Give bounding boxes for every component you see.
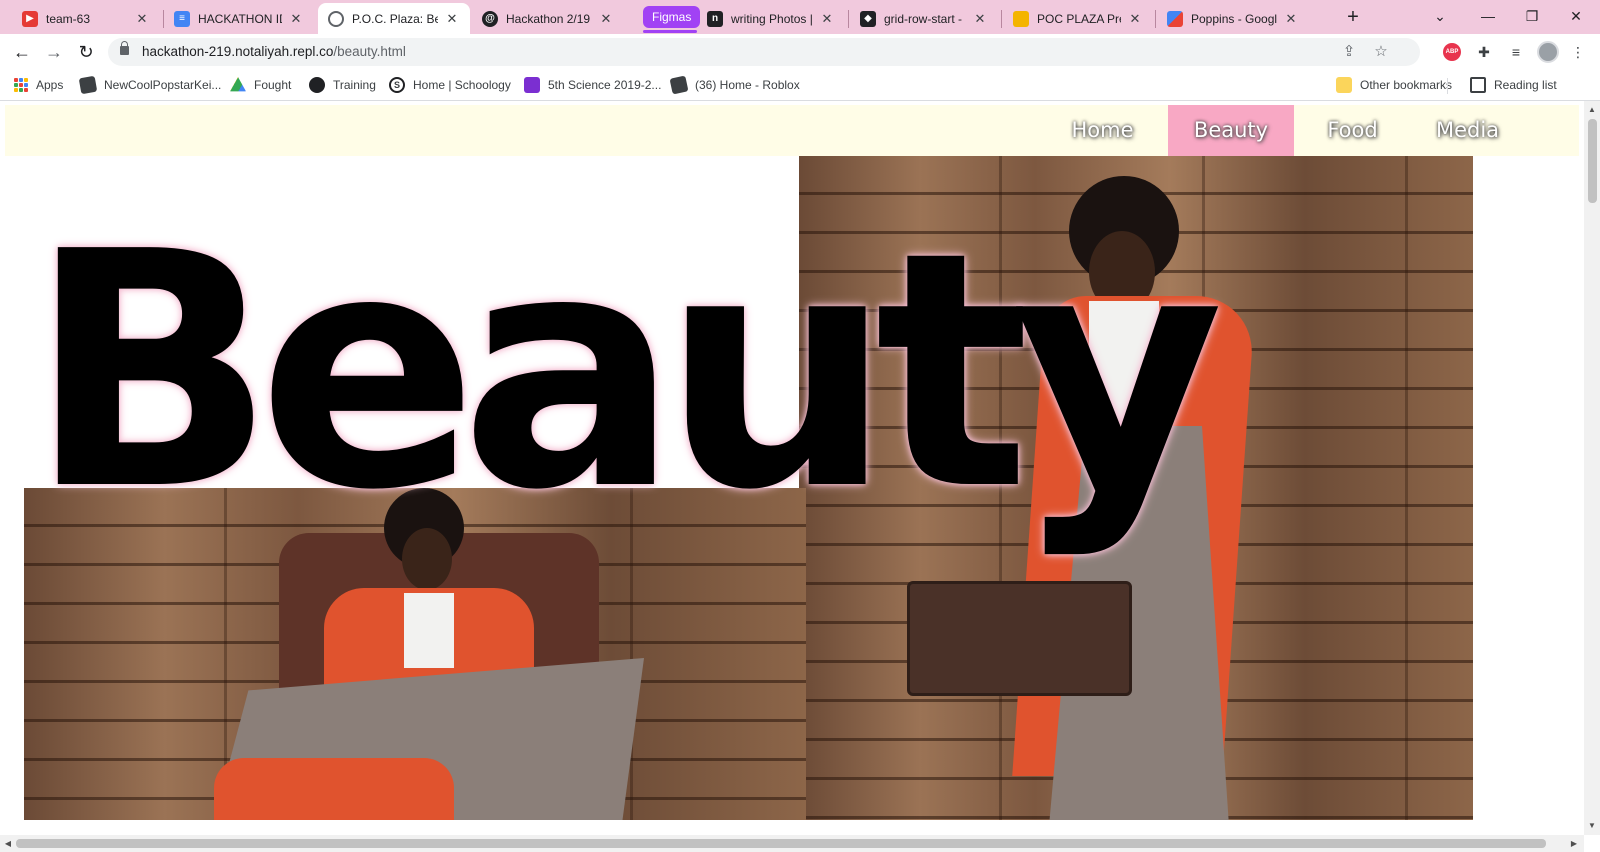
- close-window-icon[interactable]: ✕: [1556, 4, 1596, 28]
- tab-poc-plaza-beauty[interactable]: P.O.C. Plaza: Beau ✕: [318, 3, 470, 34]
- bookmark-fought[interactable]: Fought: [230, 74, 291, 96]
- browser-toolbar: ← → ↻ hackathon-219.notaliyah.repl.co/be…: [0, 34, 1600, 70]
- close-tab-icon[interactable]: ✕: [598, 11, 614, 27]
- folder-icon: [1336, 77, 1352, 93]
- scroll-left-arrow-icon[interactable]: ◀: [0, 839, 16, 848]
- reading-list-icon: [1470, 77, 1486, 93]
- close-tab-icon[interactable]: ✕: [1127, 11, 1143, 27]
- url-text[interactable]: hackathon-219.notaliyah.repl.co/beauty.h…: [142, 38, 406, 66]
- url-host: hackathon-219.notaliyah.repl.co: [142, 44, 334, 59]
- globe-icon: [328, 10, 344, 27]
- horizontal-scrollbar[interactable]: ◀ ▶: [0, 835, 1584, 852]
- minimize-icon[interactable]: —: [1468, 4, 1508, 28]
- scroll-up-arrow-icon[interactable]: ▲: [1584, 105, 1600, 114]
- tab-separator: [1155, 10, 1156, 28]
- back-icon[interactable]: ←: [10, 40, 34, 64]
- bookmark-schoology[interactable]: S Home | Schoology: [389, 74, 511, 96]
- page-viewport: Home Beauty Food Media Beauty: [0, 101, 1584, 835]
- bookmark-5th-science[interactable]: 5th Science 2019-2...: [524, 74, 661, 96]
- close-tab-icon[interactable]: ✕: [819, 11, 835, 27]
- classroom-icon: [524, 77, 540, 93]
- tab-strip: ▶ team-63 ✕ ≡ HACKATHON IDE ✕ P.O.C. Pla…: [0, 0, 1600, 34]
- tab-group-figmas[interactable]: Figmas: [643, 6, 701, 28]
- tab-separator: [1001, 10, 1002, 28]
- bookmark-page-icon: [78, 75, 98, 95]
- schoology-icon: S: [389, 77, 405, 93]
- vertical-scrollbar[interactable]: ▲ ▼: [1584, 101, 1600, 835]
- site-nav-bar: Home Beauty Food Media: [5, 105, 1579, 156]
- model-shirt: [404, 593, 454, 668]
- nav-food[interactable]: Food: [1305, 105, 1400, 156]
- google-drive-icon: [230, 77, 246, 92]
- close-tab-icon[interactable]: ✕: [444, 11, 460, 27]
- adblock-plus-icon[interactable]: ABP: [1440, 40, 1464, 64]
- tab-team-63[interactable]: ▶ team-63 ✕: [12, 3, 160, 34]
- bookmarks-bar: Apps NewCoolPopstarKei... Fought Trainin…: [0, 70, 1600, 101]
- nav-media[interactable]: Media: [1415, 105, 1520, 156]
- bookmark-star-icon[interactable]: ☆: [1370, 41, 1392, 63]
- extensions-puzzle-icon[interactable]: ✚: [1472, 40, 1496, 64]
- lock-icon[interactable]: [120, 41, 129, 55]
- restore-icon[interactable]: ❐: [1512, 4, 1552, 28]
- google-fonts-icon: [1167, 10, 1183, 27]
- threads-icon: @: [482, 10, 498, 27]
- vintage-suitcase: [907, 581, 1132, 696]
- horizontal-scroll-thumb[interactable]: [16, 839, 1546, 848]
- tab-search-icon[interactable]: ⌄: [1420, 4, 1460, 28]
- bookmark-newcoolpopstar[interactable]: NewCoolPopstarKei...: [78, 74, 221, 96]
- tab-poc-plaza-presentation[interactable]: POC PLAZA Prese ✕: [1003, 3, 1153, 34]
- google-docs-icon: ≡: [174, 10, 190, 27]
- roblox-icon: [669, 75, 689, 95]
- tab-group-underline: [643, 30, 697, 33]
- red-cushion: [214, 758, 454, 820]
- bookmark-training[interactable]: Training: [309, 74, 376, 96]
- other-bookmarks[interactable]: Other bookmarks: [1336, 74, 1452, 96]
- tab-separator: [848, 10, 849, 28]
- training-icon: [309, 77, 325, 93]
- tab-hackathon-2-19[interactable]: @ Hackathon 2/19 - ✕: [472, 3, 624, 34]
- reading-list[interactable]: Reading list: [1470, 74, 1557, 96]
- reload-icon[interactable]: ↻: [74, 40, 98, 64]
- media-control-icon[interactable]: ≡: [1504, 40, 1528, 64]
- new-tab-icon[interactable]: +: [1341, 5, 1365, 29]
- bookmarks-divider: [1447, 78, 1448, 94]
- browser-menu-icon[interactable]: ⋮: [1566, 40, 1590, 64]
- tab-grid-row-start[interactable]: ◆ grid-row-start - C ✕: [850, 3, 998, 34]
- close-tab-icon[interactable]: ✕: [134, 11, 150, 27]
- codepen-icon: ◆: [860, 10, 876, 27]
- bookmark-apps[interactable]: Apps: [14, 74, 63, 96]
- share-icon[interactable]: ⇪: [1338, 41, 1360, 63]
- page-hero-title: Beauty: [28, 182, 1224, 561]
- scroll-down-arrow-icon[interactable]: ▼: [1584, 821, 1600, 830]
- close-tab-icon[interactable]: ✕: [288, 11, 304, 27]
- scroll-right-arrow-icon[interactable]: ▶: [1566, 839, 1582, 848]
- apps-grid-icon: [14, 78, 28, 92]
- google-slides-icon: [1013, 10, 1029, 27]
- address-bar[interactable]: hackathon-219.notaliyah.repl.co/beauty.h…: [108, 38, 1420, 66]
- url-path: /beauty.html: [333, 44, 406, 59]
- tab-writing-photos[interactable]: n writing Photos | N ✕: [697, 3, 845, 34]
- forward-icon[interactable]: →: [42, 40, 66, 64]
- nav-beauty[interactable]: Beauty: [1168, 105, 1294, 156]
- tab-poppins-google-fonts[interactable]: Poppins - Google ✕: [1157, 3, 1309, 34]
- vertical-scroll-thumb[interactable]: [1588, 119, 1597, 203]
- tab-hackathon-ide[interactable]: ≡ HACKATHON IDE ✕: [164, 3, 314, 34]
- nav-home[interactable]: Home: [1055, 105, 1150, 156]
- unsplash-icon: n: [707, 10, 723, 27]
- bookmark-roblox[interactable]: (36) Home - Roblox: [669, 74, 800, 96]
- youtube-icon: ▶: [22, 10, 38, 27]
- close-tab-icon[interactable]: ✕: [972, 11, 988, 27]
- close-tab-icon[interactable]: ✕: [1283, 11, 1299, 27]
- profile-avatar[interactable]: [1536, 40, 1560, 64]
